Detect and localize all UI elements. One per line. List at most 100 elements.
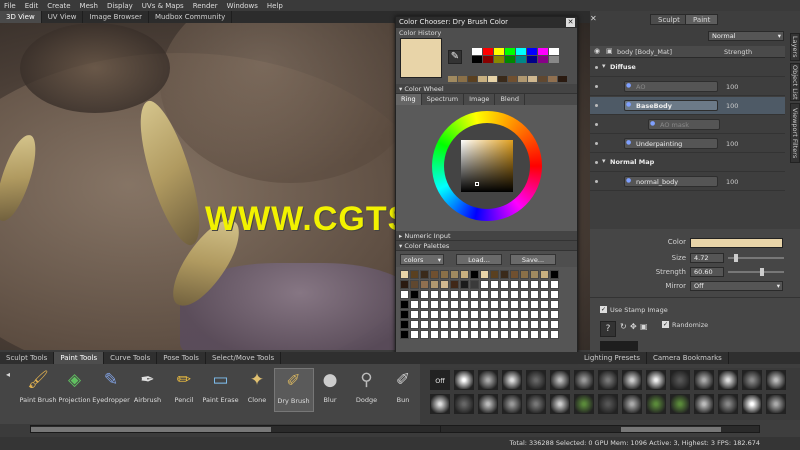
tray-prev-icon[interactable]: ◂ xyxy=(6,370,10,379)
tab-sculpt[interactable]: Sculpt xyxy=(650,14,688,25)
palette-swatch[interactable] xyxy=(540,310,549,319)
palette-swatch[interactable] xyxy=(460,300,469,309)
layer-name-box[interactable]: AO mask xyxy=(648,119,720,130)
layer-name-box[interactable]: Underpainting xyxy=(624,138,718,149)
palette-swatch[interactable] xyxy=(510,280,519,289)
eyedropper-icon[interactable]: ✎ xyxy=(448,50,462,64)
palette-swatch[interactable] xyxy=(490,330,499,339)
move-icon[interactable]: ✥ xyxy=(630,322,637,331)
palette-swatch[interactable] xyxy=(400,310,409,319)
tab-paint-tools[interactable]: Paint Tools xyxy=(54,352,105,364)
palette-swatch[interactable] xyxy=(450,280,459,289)
palette-swatch[interactable] xyxy=(550,280,559,289)
menu-item-windows[interactable]: Windows xyxy=(227,2,258,10)
tab-uv-view[interactable]: UV View xyxy=(42,11,84,23)
palette-swatch[interactable] xyxy=(450,270,459,279)
palette-swatch[interactable] xyxy=(420,270,429,279)
menu-item-display[interactable]: Display xyxy=(107,2,133,10)
palette-swatch[interactable] xyxy=(510,290,519,299)
palette-swatch[interactable] xyxy=(520,320,529,329)
palette-swatch[interactable] xyxy=(430,280,439,289)
stamp-thumbnail[interactable] xyxy=(742,370,762,390)
blend-mode-select[interactable]: Normal ▾ xyxy=(708,31,784,41)
visibility-dot-icon[interactable] xyxy=(595,180,598,183)
palette-swatch[interactable] xyxy=(400,270,409,279)
menu-item-file[interactable]: File xyxy=(4,2,16,10)
palette-swatch[interactable] xyxy=(430,320,439,329)
history-swatch[interactable] xyxy=(483,48,493,55)
palette-swatch[interactable] xyxy=(450,300,459,309)
tab-image-browser[interactable]: Image Browser xyxy=(83,11,149,23)
layer-group-label[interactable]: Normal Map xyxy=(610,158,654,166)
palette-swatch[interactable] xyxy=(430,290,439,299)
panel-close-icon[interactable]: ✕ xyxy=(590,14,597,23)
stamp-thumbnail[interactable] xyxy=(670,370,690,390)
history-swatch[interactable] xyxy=(549,56,559,63)
strength-field[interactable]: 60.60 xyxy=(690,267,724,277)
size-field[interactable]: 4.72 xyxy=(690,253,724,263)
palette-swatch[interactable] xyxy=(540,270,549,279)
chevron-down-icon[interactable]: ▾ xyxy=(602,157,606,165)
palette-swatch[interactable] xyxy=(410,300,419,309)
use-stamp-checkbox[interactable]: ✓ xyxy=(600,306,607,313)
palette-swatch[interactable] xyxy=(540,290,549,299)
palette-swatch[interactable] xyxy=(440,300,449,309)
side-tab-layers[interactable]: Layers xyxy=(790,33,800,61)
palette-swatch[interactable] xyxy=(430,330,439,339)
palette-swatch[interactable] xyxy=(420,300,429,309)
tab-pose-tools[interactable]: Pose Tools xyxy=(157,352,206,364)
color-history-grid[interactable] xyxy=(472,48,560,68)
palette-swatch[interactable] xyxy=(490,270,499,279)
palette-swatch[interactable] xyxy=(460,270,469,279)
palette-swatch[interactable] xyxy=(460,280,469,289)
palette-swatch[interactable] xyxy=(480,330,489,339)
tab-sculpt-tools[interactable]: Sculpt Tools xyxy=(0,352,55,364)
palette-swatch[interactable] xyxy=(490,310,499,319)
menu-item-render[interactable]: Render xyxy=(193,2,218,10)
palette-swatch[interactable] xyxy=(440,290,449,299)
menu-item-edit[interactable]: Edit xyxy=(25,2,39,10)
palette-swatch[interactable] xyxy=(450,310,459,319)
randomize-checkbox[interactable]: ✓ xyxy=(662,321,669,328)
history-swatch[interactable] xyxy=(505,56,515,63)
palette-swatch[interactable] xyxy=(530,320,539,329)
tool-pencil[interactable]: ✏ Pencil xyxy=(164,368,204,412)
color-palettes-header[interactable]: ▾ Color Palettes xyxy=(396,241,577,251)
stamp-thumbnail[interactable] xyxy=(550,394,570,414)
stamp-tray-scrollbar[interactable] xyxy=(440,425,760,433)
palette-swatch[interactable] xyxy=(500,280,509,289)
history-swatch[interactable] xyxy=(472,56,482,63)
palette-swatch[interactable] xyxy=(530,290,539,299)
stamp-thumbnail[interactable] xyxy=(694,394,714,414)
palette-swatch[interactable] xyxy=(400,330,409,339)
palette-swatch[interactable] xyxy=(540,330,549,339)
visibility-dot-icon[interactable] xyxy=(595,123,598,126)
layer-name-box[interactable]: AO xyxy=(624,81,718,92)
menu-item-mesh[interactable]: Mesh xyxy=(80,2,98,10)
tool-bun[interactable]: ✐ Bun xyxy=(383,368,423,412)
recent-color-swatch[interactable] xyxy=(508,76,517,82)
palette-swatch[interactable] xyxy=(420,320,429,329)
recent-colors-row[interactable] xyxy=(448,76,572,82)
side-tab-object-list[interactable]: Object List xyxy=(790,63,800,101)
layer-row[interactable]: AO ● 100 xyxy=(590,78,785,96)
palette-swatch[interactable] xyxy=(530,300,539,309)
tool-tray-scroll-thumb[interactable] xyxy=(31,427,271,432)
palette-swatch[interactable] xyxy=(420,280,429,289)
color-swatch[interactable] xyxy=(690,238,783,248)
palette-swatch[interactable] xyxy=(490,280,499,289)
stamp-thumbnail[interactable] xyxy=(598,370,618,390)
stamp-thumbnail[interactable] xyxy=(718,394,738,414)
close-icon[interactable]: ✕ xyxy=(566,18,575,27)
palette-swatch[interactable] xyxy=(400,280,409,289)
color-wheel-header[interactable]: ▾ Color Wheel xyxy=(396,84,577,94)
tab-camera-bookmarks[interactable]: Camera Bookmarks xyxy=(647,352,729,364)
layer-name-box[interactable]: BaseBody xyxy=(624,100,718,111)
tool-dry-brush[interactable]: ✐ Dry Brush xyxy=(273,368,314,412)
visibility-dot-icon[interactable] xyxy=(595,161,598,164)
palette-swatch[interactable] xyxy=(510,330,519,339)
palette-swatch[interactable] xyxy=(530,280,539,289)
palette-swatch[interactable] xyxy=(540,280,549,289)
palette-swatch[interactable] xyxy=(410,330,419,339)
palette-swatch[interactable] xyxy=(430,300,439,309)
